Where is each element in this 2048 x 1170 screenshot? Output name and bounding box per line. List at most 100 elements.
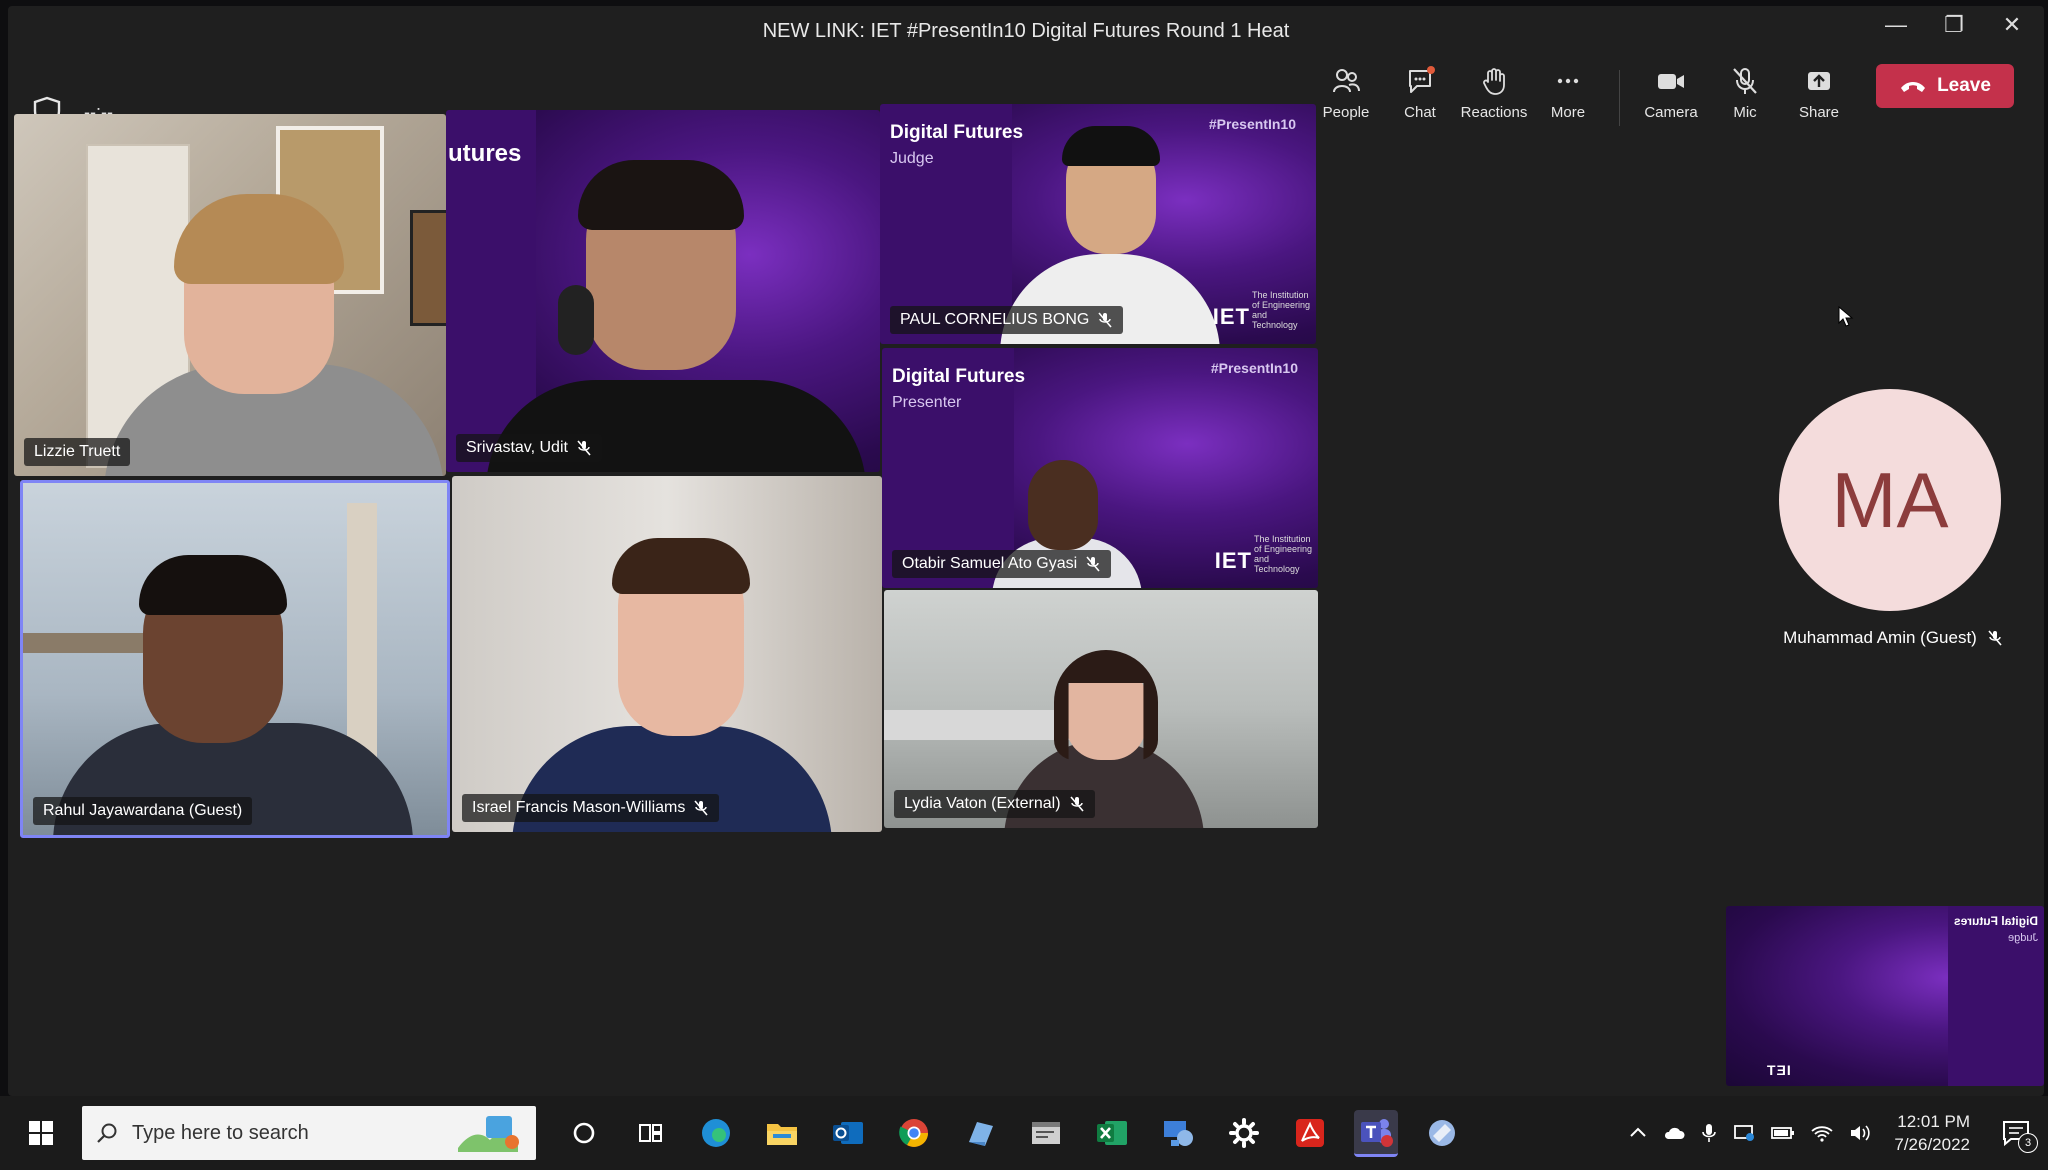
video-tile-otabir[interactable]: Digital Futures Presenter #PresentIn10 I… xyxy=(882,348,1318,588)
folder-icon xyxy=(767,1124,797,1145)
reactions-button[interactable]: Reactions xyxy=(1457,64,1531,121)
mic-off-icon xyxy=(1988,630,2002,646)
participant-hair xyxy=(139,555,287,615)
window-title: NEW LINK: IET #PresentIn10 Digital Futur… xyxy=(762,20,1290,42)
video-tile-udit[interactable]: utures Srivastav, Udit xyxy=(446,110,880,472)
chat-label: Chat xyxy=(1404,104,1436,121)
participant-name-tag: Srivastav, Udit xyxy=(456,434,602,462)
participant-name: Lydia Vaton (External) xyxy=(904,795,1061,812)
branding-title: utures xyxy=(448,140,522,167)
branding-title: Digital Futures xyxy=(892,366,1026,387)
avatar[interactable]: MA xyxy=(1779,389,2001,611)
taskbar-search-box[interactable]: Type here to search xyxy=(82,1106,536,1160)
volume-icon[interactable] xyxy=(1848,1123,1872,1143)
task-view-icon xyxy=(639,1124,662,1142)
taskbar-app-acrobat[interactable] xyxy=(1288,1111,1332,1155)
chevron-up-icon[interactable] xyxy=(1628,1123,1648,1143)
taskbar-app-extra[interactable] xyxy=(1420,1111,1464,1155)
participant-name: Srivastav, Udit xyxy=(466,439,568,456)
leave-button[interactable]: Leave xyxy=(1876,64,2014,108)
participant-name-tag: Lydia Vaton (External) xyxy=(894,790,1095,818)
people-icon xyxy=(1333,69,1360,93)
video-tile-paul[interactable]: Digital Futures Judge #PresentIn10 IET T… xyxy=(880,104,1316,344)
taskbar-app-chrome[interactable] xyxy=(892,1111,936,1155)
taskbar-app-control-panel[interactable] xyxy=(1156,1111,1200,1155)
more-button[interactable]: More xyxy=(1531,64,1605,121)
share-tray-icon xyxy=(1808,72,1830,90)
teams-meeting-window: NEW LINK: IET #PresentIn10 Digital Futur… xyxy=(8,6,2044,1096)
video-tile-lizzie[interactable]: Lizzie Truett xyxy=(14,114,446,476)
participant-hair xyxy=(578,160,744,230)
taskbar-app-edge[interactable] xyxy=(694,1111,738,1155)
paper-icon xyxy=(969,1122,993,1146)
branding-role: Judge xyxy=(2008,932,2038,944)
mic-off-icon xyxy=(1086,556,1100,572)
self-view-tile[interactable]: Digital Futures Judge IET xyxy=(1726,906,2044,1086)
taskbar-apps xyxy=(562,1109,1464,1157)
branding-role: Presenter xyxy=(892,394,962,411)
participant-hair xyxy=(1062,126,1160,166)
branding-role: Judge xyxy=(890,150,934,167)
gear-icon xyxy=(1229,1118,1259,1148)
notification-center-button[interactable]: 3 xyxy=(1998,1115,2038,1153)
hashtag-label: #PresentIn10 xyxy=(1208,116,1296,132)
video-tile-rahul[interactable]: Rahul Jayawardana (Guest) xyxy=(20,480,450,838)
wifi-icon[interactable] xyxy=(1810,1123,1834,1143)
participant-name-tag: Muhammad Amin (Guest) xyxy=(1728,628,2044,648)
teams-icon xyxy=(1361,1118,1393,1147)
wall-frame xyxy=(410,210,446,326)
mic-off-icon xyxy=(694,800,708,816)
cortana-button[interactable] xyxy=(562,1111,606,1155)
taskbar-app-window[interactable] xyxy=(1024,1111,1068,1155)
clock-time: 12:01 PM xyxy=(1897,1112,1970,1131)
taskbar-app-outlook[interactable] xyxy=(826,1111,870,1155)
participant-name: Israel Francis Mason-Williams xyxy=(472,799,686,816)
battery-icon[interactable] xyxy=(1770,1123,1796,1143)
iet-logo: IET xyxy=(1766,1062,1791,1078)
video-tile-israel[interactable]: Israel Francis Mason-Williams xyxy=(452,476,882,832)
window-controls: — ❐ ✕ xyxy=(1878,10,2030,40)
search-placeholder: Type here to search xyxy=(132,1121,309,1144)
mic-label: Mic xyxy=(1733,104,1757,121)
start-button[interactable] xyxy=(0,1120,82,1146)
monitor-icon[interactable] xyxy=(1732,1123,1756,1143)
minimize-button[interactable]: — xyxy=(1878,10,1914,40)
task-view-button[interactable] xyxy=(628,1111,672,1155)
iet-tagline: The Institution of Engineering and Techn… xyxy=(1254,534,1313,574)
taskbar-app-teams[interactable] xyxy=(1354,1109,1398,1157)
meeting-toolbar: People Chat Reactions More Camera Mic Sh… xyxy=(1309,64,2014,132)
participant-head xyxy=(1028,460,1098,550)
cloud-icon[interactable] xyxy=(1662,1123,1686,1143)
taskbar-app-paper[interactable] xyxy=(958,1111,1002,1155)
taskbar-clock[interactable]: 12:01 PM 7/26/2022 xyxy=(1894,1110,1970,1156)
hashtag-label: #PresentIn10 xyxy=(1210,360,1298,376)
taskbar-app-settings[interactable] xyxy=(1222,1111,1266,1155)
participant-name: Otabir Samuel Ato Gyasi xyxy=(902,555,1078,572)
share-label: Share xyxy=(1798,104,1840,121)
taskbar-app-excel[interactable] xyxy=(1090,1111,1134,1155)
restore-button[interactable]: ❐ xyxy=(1936,10,1972,40)
taskbar-app-file-explorer[interactable] xyxy=(760,1111,804,1155)
more-icon xyxy=(1557,78,1579,84)
branding-title: Digital Futures xyxy=(890,122,1024,143)
hand-raise-icon xyxy=(1483,68,1505,95)
headset xyxy=(558,285,594,355)
camera-button[interactable]: Camera xyxy=(1634,64,1708,121)
chat-button[interactable]: Chat xyxy=(1383,64,1457,121)
chrome-icon xyxy=(899,1119,928,1147)
share-button[interactable]: Share xyxy=(1782,64,1856,121)
chat-unread-dot xyxy=(1427,66,1435,74)
video-tile-lydia[interactable]: Lydia Vaton (External) xyxy=(884,590,1318,828)
more-label: More xyxy=(1550,104,1586,121)
shelf xyxy=(23,633,143,653)
people-button[interactable]: People xyxy=(1309,64,1383,121)
edge-icon xyxy=(702,1119,730,1147)
close-button[interactable]: ✕ xyxy=(1994,10,2030,40)
participant-name: Rahul Jayawardana (Guest) xyxy=(43,802,243,819)
control-panel-icon xyxy=(1164,1121,1193,1146)
microphone-icon[interactable] xyxy=(1700,1122,1718,1144)
search-icon xyxy=(97,1123,117,1143)
mic-button[interactable]: Mic xyxy=(1708,64,1782,121)
participant-name-tag: Israel Francis Mason-Williams xyxy=(462,794,720,822)
people-label: People xyxy=(1322,104,1370,121)
